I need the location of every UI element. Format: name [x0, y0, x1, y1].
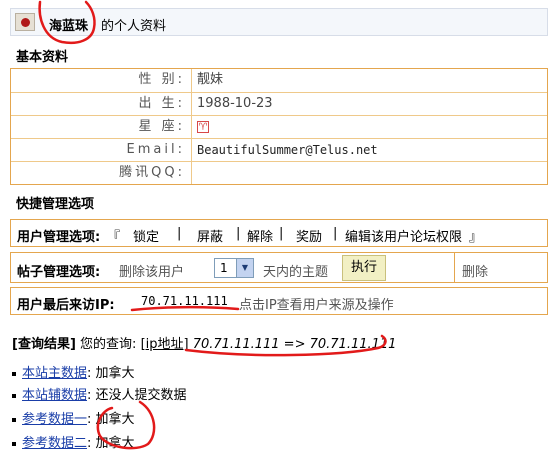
field-label: 出 生:	[138, 96, 185, 111]
topics-text: 天内的主题	[263, 265, 329, 280]
days-select[interactable]: 1 ▼	[214, 258, 254, 278]
field-label: 性 别:	[138, 72, 185, 87]
last-ip-row: 用户最后来访IP: 70.71.11.111 点击IP查看用户来源及操作	[10, 287, 548, 315]
admin-options-heading: 快捷管理选项	[16, 197, 95, 212]
list-item: 本站辅数据: 还没人提交数据	[12, 384, 187, 403]
basic-info-panel: 性 别: 靓妹 出 生: 1988-10-23 星 座: ♈ Email: Be…	[10, 68, 548, 185]
delete-overflow-text: 删除	[462, 265, 489, 280]
last-ip-link[interactable]: 70.71.11.111	[141, 294, 228, 308]
field-row-zodiac: 星 座: ♈	[11, 115, 547, 138]
site-primary-data-link[interactable]: 本站主数据	[22, 366, 87, 381]
field-label: 腾讯QQ:	[119, 165, 185, 180]
list-item: 参考数据二: 加拿大	[12, 432, 135, 451]
site-secondary-data-link[interactable]: 本站辅数据	[22, 388, 87, 403]
unblock-user-link[interactable]: 解除	[247, 226, 273, 245]
field-label: Email:	[126, 142, 185, 157]
delete-user-posts-text: 删除该用户	[119, 265, 185, 280]
query-result-line: [查询结果] 您的查询: [ip地址] 70.71.11.111 => 70.7…	[12, 333, 396, 352]
ip-hint-text: 点击IP查看用户来源及操作	[239, 298, 394, 313]
user-mgmt-row: 用户管理选项: 『 锁定 | 屏蔽 | 解除 | 奖励 | 编辑该用户论坛权限 …	[10, 219, 548, 247]
field-row-qq: 腾讯QQ:	[11, 161, 547, 184]
list-item: 参考数据一: 加拿大	[12, 408, 135, 427]
your-query-label: 您的查询:	[80, 337, 137, 352]
query-result-label: [查询结果]	[12, 337, 76, 352]
last-ip-label: 用户最后来访IP:	[17, 298, 115, 313]
query-text: 70.71.11.111 => 70.71.11.111	[192, 337, 397, 352]
field-value: 靓妹	[197, 72, 224, 87]
profile-title-bar: 海蓝珠 的个人资料	[10, 8, 548, 36]
post-mgmt-label: 帖子管理选项:	[17, 265, 101, 280]
edit-permissions-link[interactable]: 编辑该用户论坛权限	[345, 226, 462, 245]
reference-data-2-link[interactable]: 参考数据二	[22, 436, 87, 451]
user-mgmt-label: 用户管理选项:	[17, 230, 101, 245]
field-label: 星 座:	[138, 119, 185, 134]
aries-zodiac-icon: ♈	[197, 121, 209, 133]
list-item: 本站主数据: 加拿大	[12, 362, 135, 381]
ip-address-link[interactable]: [ip地址]	[141, 337, 189, 352]
execute-button[interactable]: 执行	[342, 255, 386, 281]
field-row-gender: 性 别: 靓妹	[11, 69, 547, 92]
username[interactable]: 海蓝珠	[49, 15, 88, 34]
chevron-down-icon: ▼	[236, 259, 253, 277]
field-row-birth: 出 生: 1988-10-23	[11, 92, 547, 115]
title-suffix: 的个人资料	[101, 19, 167, 34]
reference-data-1-link[interactable]: 参考数据一	[22, 412, 87, 427]
basic-info-heading: 基本资料	[16, 50, 69, 65]
block-user-link[interactable]: 屏蔽	[197, 226, 223, 245]
field-row-email: Email: BeautifulSummer@Telus.net	[11, 138, 547, 161]
field-value: BeautifulSummer@Telus.net	[197, 143, 378, 157]
field-value: 1988-10-23	[197, 96, 273, 111]
reward-user-link[interactable]: 奖励	[296, 226, 322, 245]
lock-user-link[interactable]: 锁定	[133, 226, 159, 245]
post-mgmt-row: 帖子管理选项: 删除该用户 1 ▼ 天内的主题 执行 删除	[10, 252, 548, 283]
avatar-icon	[15, 13, 35, 31]
